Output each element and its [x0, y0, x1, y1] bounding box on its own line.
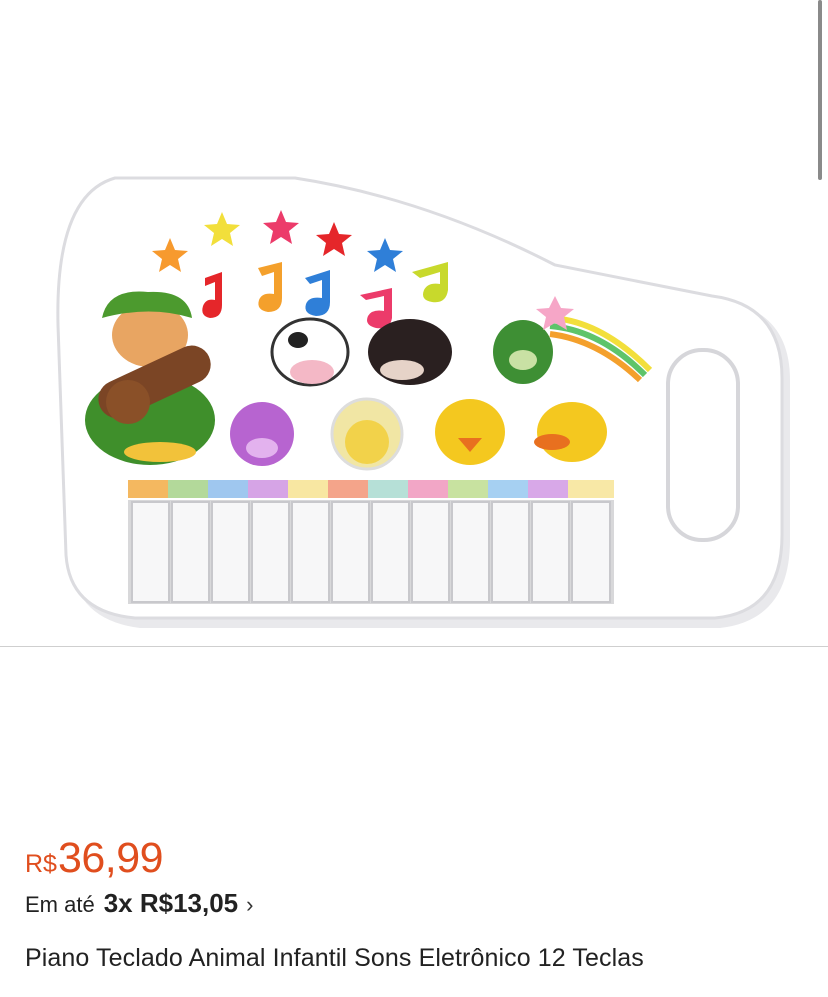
installments-detail: 3x R$13,05: [103, 888, 239, 918]
price: R$ 36,99: [25, 834, 164, 883]
divider: [0, 646, 828, 647]
toy-piano-illustration: [56, 176, 790, 628]
installments-link[interactable]: Em até 3x R$13,05 ›: [25, 888, 253, 919]
installments-prefix: Em até: [25, 892, 95, 917]
scrollbar[interactable]: [818, 0, 822, 180]
product-title: Piano Teclado Animal Infantil Sons Eletr…: [25, 944, 644, 972]
chevron-right-icon: ›: [246, 892, 254, 917]
price-value: 36,99: [57, 834, 164, 882]
product-image[interactable]: [0, 0, 828, 646]
price-currency: R$: [25, 850, 57, 878]
